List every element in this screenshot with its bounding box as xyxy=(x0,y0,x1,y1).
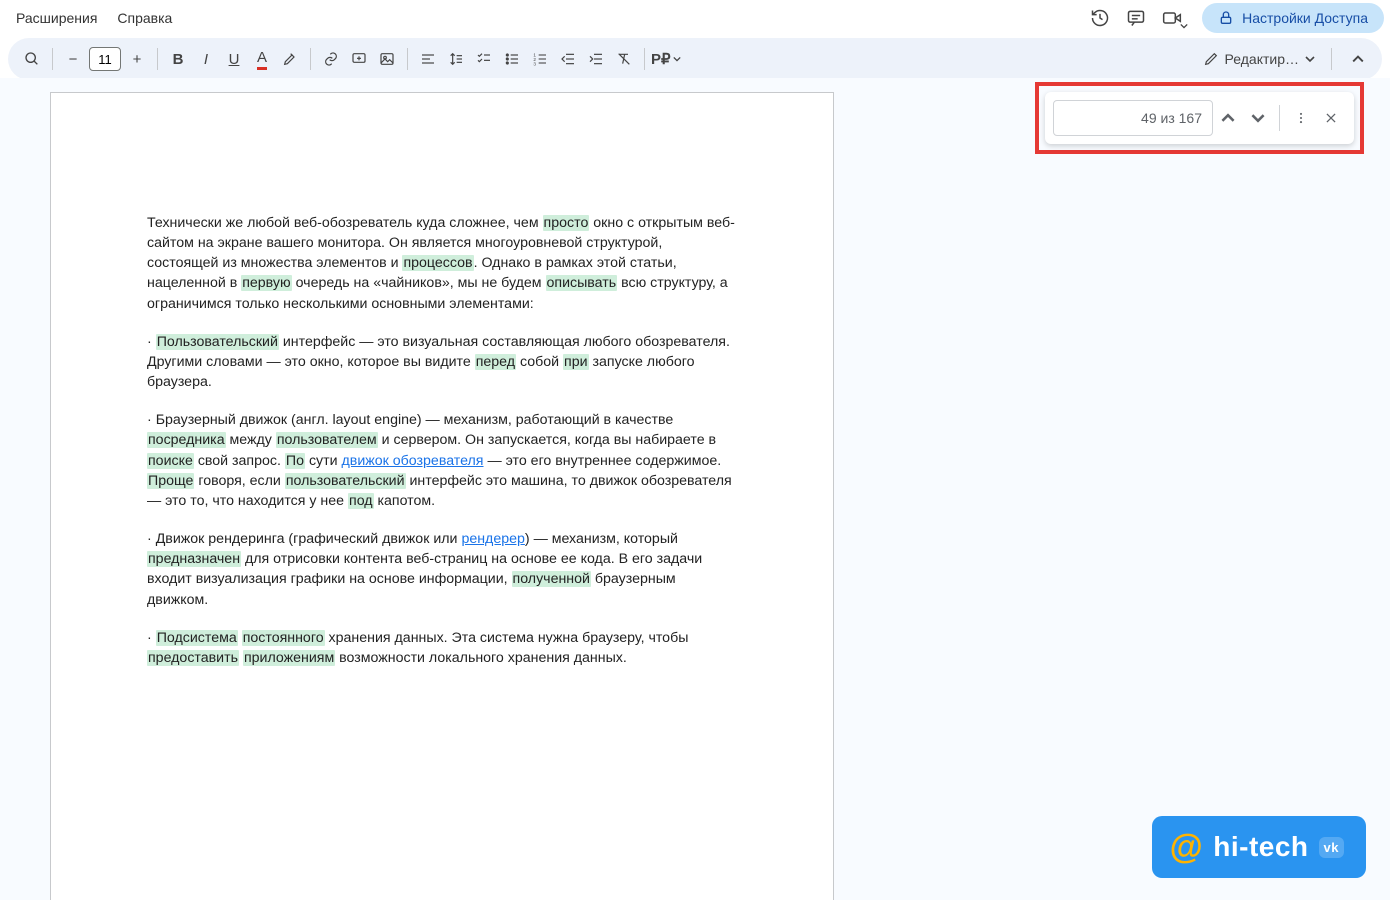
paragraph[interactable]: · Движок рендеринга (графический движок … xyxy=(147,529,737,610)
paragraph[interactable]: · Браузерный движок (англ. layout engine… xyxy=(147,410,737,511)
chevron-down-icon xyxy=(1305,54,1315,64)
share-button[interactable]: Настройки Доступа xyxy=(1202,3,1384,33)
toolbar-separator xyxy=(157,48,158,70)
insert-link-button[interactable] xyxy=(317,45,345,73)
highlight-color-button[interactable] xyxy=(276,45,304,73)
underline-button[interactable]: U xyxy=(220,45,248,73)
toolbar-separator xyxy=(1331,48,1332,70)
find-prev-button[interactable] xyxy=(1213,103,1243,133)
font-size-increase[interactable]: + xyxy=(123,45,151,73)
link-renderer[interactable]: рендерер xyxy=(461,531,524,547)
editing-mode-button[interactable]: Редактир… xyxy=(1193,47,1325,71)
comments-icon[interactable] xyxy=(1118,0,1154,36)
checklist-button[interactable] xyxy=(470,45,498,73)
bold-button[interactable]: B xyxy=(164,45,192,73)
toolbar-separator xyxy=(52,48,53,70)
watermark-text: hi-tech xyxy=(1213,831,1308,863)
align-button[interactable] xyxy=(414,45,442,73)
paragraph[interactable]: · Подсистема постоянного хранения данных… xyxy=(147,628,737,668)
history-icon[interactable] xyxy=(1082,0,1118,36)
svg-text:3: 3 xyxy=(533,62,536,67)
find-panel xyxy=(1045,92,1354,144)
search-menus-button[interactable] xyxy=(18,45,46,73)
insert-image-button[interactable] xyxy=(373,45,401,73)
decrease-indent-button[interactable] xyxy=(554,45,582,73)
video-call-icon[interactable] xyxy=(1154,0,1190,36)
watermark-badge: @ hi-tech vk xyxy=(1152,816,1366,878)
document-area: Технически же любой веб-обозреватель куд… xyxy=(0,78,1390,900)
bulleted-list-button[interactable] xyxy=(498,45,526,73)
ruble-sign-button[interactable]: P₽ xyxy=(651,45,681,73)
hide-menus-button[interactable] xyxy=(1344,45,1372,73)
font-size-value[interactable]: 11 xyxy=(89,47,121,71)
text-color-button[interactable]: A xyxy=(248,45,276,73)
clear-formatting-button[interactable] xyxy=(610,45,638,73)
menu-help[interactable]: Справка xyxy=(107,4,182,32)
lock-icon xyxy=(1218,10,1234,26)
menubar: Расширения Справка Настройки Доступа xyxy=(0,0,1390,36)
find-next-button[interactable] xyxy=(1243,103,1273,133)
find-separator xyxy=(1279,105,1280,131)
numbered-list-button[interactable]: 123 xyxy=(526,45,554,73)
document-page[interactable]: Технически же любой веб-обозреватель куд… xyxy=(50,92,834,900)
increase-indent-button[interactable] xyxy=(582,45,610,73)
vk-icon: vk xyxy=(1319,837,1344,858)
find-input[interactable] xyxy=(1053,100,1213,136)
paragraph[interactable]: Технически же любой веб-обозреватель куд… xyxy=(147,213,737,314)
toolbar-separator xyxy=(644,48,645,70)
toolbar-separator xyxy=(407,48,408,70)
font-size-decrease[interactable]: − xyxy=(59,45,87,73)
add-comment-button[interactable] xyxy=(345,45,373,73)
find-close-button[interactable] xyxy=(1316,103,1346,133)
at-icon: @ xyxy=(1170,830,1204,864)
find-panel-highlight xyxy=(1035,82,1364,154)
toolbar-right: Редактир… xyxy=(1193,45,1372,73)
toolbar-separator xyxy=(310,48,311,70)
font-size-control: − 11 + xyxy=(59,45,151,73)
find-more-button[interactable] xyxy=(1286,103,1316,133)
link-engine[interactable]: движок обозревателя xyxy=(342,453,484,469)
pencil-icon xyxy=(1203,51,1219,67)
share-label: Настройки Доступа xyxy=(1242,10,1368,26)
editing-mode-label: Редактир… xyxy=(1225,51,1299,67)
line-spacing-button[interactable] xyxy=(442,45,470,73)
italic-button[interactable]: I xyxy=(192,45,220,73)
paragraph[interactable]: · Пользовательский интерфейс — это визуа… xyxy=(147,332,737,392)
menu-extensions[interactable]: Расширения xyxy=(6,4,107,32)
toolbar: − 11 + B I U A 123 P₽ xyxy=(8,38,1382,80)
